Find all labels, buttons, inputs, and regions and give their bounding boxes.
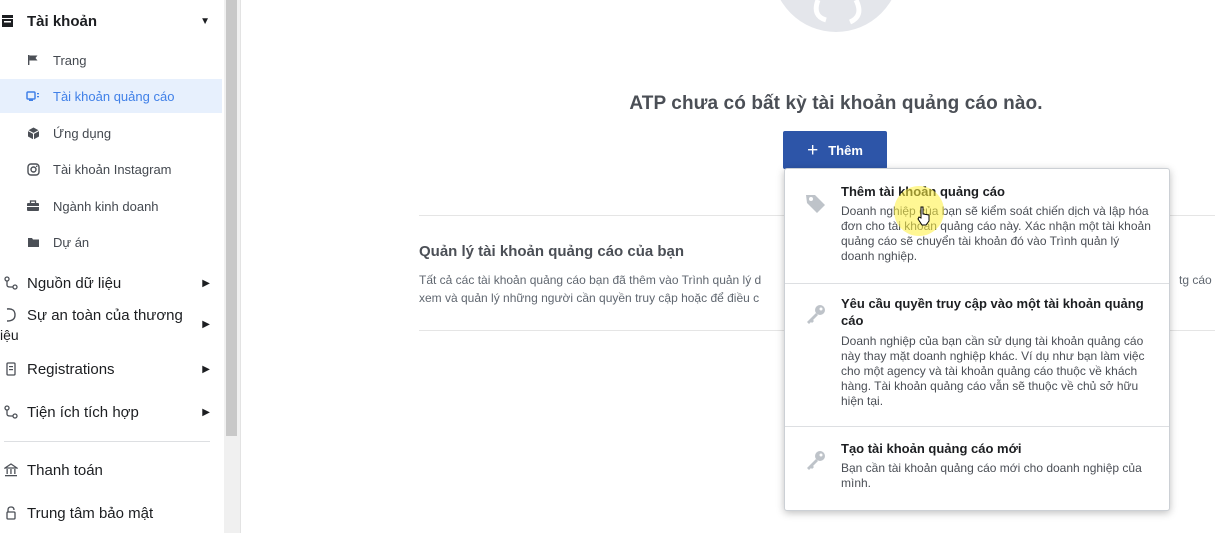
manage-section-title: Quản lý tài khoản quảng cáo của bạn: [419, 243, 685, 260]
sidebar-section-label-wrap: iệu: [0, 327, 19, 343]
chevron-right-icon: ▶: [202, 363, 210, 375]
sidebar-item-ad-accounts[interactable]: Tài khoản quảng cáo: [0, 79, 222, 113]
menu-item-title: Yêu cầu quyền truy cập vào một tài khoản…: [841, 296, 1144, 328]
store-icon: [0, 14, 14, 28]
sidebar-item-instagram[interactable]: Tài khoản Instagram: [0, 152, 222, 186]
sidebar-item-label: Ứng dụng: [53, 125, 112, 141]
sidebar-section-label: Tài khoản: [27, 12, 98, 30]
menu-item-description: Bạn cần tài khoản quảng cáo mới cho doan…: [841, 461, 1142, 490]
sidebar-section-label: Registrations: [27, 360, 115, 378]
data-sources-icon: [0, 276, 22, 290]
sidebar-divider: [4, 441, 210, 442]
manage-section-description: xem và quản lý những người cần quyền tru…: [419, 291, 760, 305]
sidebar-scrollbar[interactable]: [224, 0, 241, 533]
menu-item-description: Doanh nghiệp của bạn sẽ kiểm soát chiến …: [841, 204, 1151, 263]
flag-icon: [25, 54, 41, 66]
sidebar: Tài khoản ▼ Trang Tài khoản quảng cáo Ứn…: [0, 0, 224, 533]
sidebar-item-pages[interactable]: Trang: [0, 43, 222, 77]
add-dropdown-menu: Thêm tài khoản quảng cáo Doanh nghiệp củ…: [784, 168, 1170, 511]
sidebar-section-brand-safety[interactable]: Sự an toàn của thương iệu ▶: [0, 305, 224, 345]
registrations-icon: [0, 362, 22, 376]
empty-state-title: ATP chưa có bất kỳ tài khoản quảng cáo n…: [629, 93, 1043, 114]
scrollbar-thumb[interactable]: [226, 0, 237, 436]
sidebar-item-label: Tài khoản quảng cáo: [53, 88, 175, 104]
folder-icon: [25, 236, 41, 248]
chevron-down-icon: ▼: [200, 15, 210, 27]
sidebar-section-label: Sự an toàn của thương: [27, 307, 183, 324]
sidebar-item-security-center[interactable]: Trung tâm bảo mật: [0, 502, 224, 524]
sidebar-item-payments[interactable]: Thanh toán: [0, 459, 224, 481]
sidebar-item-apps[interactable]: Ứng dụng: [0, 116, 222, 150]
sidebar-item-label: Trang: [53, 52, 87, 68]
sidebar-section-label: Tiện ích tích hợp: [27, 403, 139, 421]
add-button[interactable]: + Thêm: [783, 131, 887, 169]
ad-account-icon: [25, 90, 41, 102]
key-icon: [804, 448, 828, 472]
hand-cursor-icon: [917, 206, 930, 226]
chevron-right-icon: ▶: [202, 319, 210, 330]
chevron-right-icon: ▶: [202, 406, 210, 418]
chevron-right-icon: ▶: [202, 277, 210, 289]
menu-item-add-ad-account[interactable]: Thêm tài khoản quảng cáo Doanh nghiệp củ…: [785, 169, 1169, 283]
menu-item-title: Thêm tài khoản quảng cáo: [841, 184, 1005, 199]
menu-item-description: Doanh nghiệp của bạn cần sử dụng tài kho…: [841, 334, 1145, 408]
plus-icon: +: [807, 139, 819, 161]
empty-state-illustration: [772, 0, 900, 32]
sidebar-section-data-sources[interactable]: Nguồn dữ liệu ▶: [0, 272, 224, 294]
lock-icon: [0, 506, 22, 520]
tag-icon: [804, 191, 828, 215]
bank-icon: [0, 463, 22, 477]
integrations-icon: [0, 405, 22, 419]
sidebar-item-label: Tài khoản Instagram: [53, 161, 172, 177]
sidebar-item-business-line[interactable]: Ngành kinh doanh: [0, 189, 222, 223]
key-icon: [804, 302, 828, 326]
sidebar-section-label: Nguồn dữ liệu: [27, 274, 122, 292]
sidebar-item-label: Trung tâm bảo mật: [27, 504, 154, 522]
cube-icon: [25, 127, 41, 140]
brand-safety-icon: [0, 308, 22, 322]
sidebar-item-label: Thanh toán: [27, 461, 103, 479]
menu-item-request-access[interactable]: Yêu cầu quyền truy cập vào một tài khoản…: [785, 284, 1169, 426]
manage-section-description-overflow: tg cáo r: [1179, 273, 1215, 287]
instagram-icon: [25, 162, 41, 176]
sidebar-item-label: Dự án: [53, 234, 90, 250]
menu-item-create-ad-account[interactable]: Tạo tài khoản quảng cáo mới Bạn cần tài …: [785, 427, 1169, 509]
sidebar-section-accounts[interactable]: Tài khoản ▼: [0, 9, 224, 33]
sidebar-section-registrations[interactable]: Registrations ▶: [0, 358, 224, 380]
add-button-label: Thêm: [828, 142, 863, 158]
sidebar-section-integrations[interactable]: Tiện ích tích hợp ▶: [0, 401, 224, 423]
briefcase-icon: [25, 200, 41, 212]
manage-section-description: Tất cả các tài khoản quảng cáo bạn đã th…: [419, 273, 762, 287]
sidebar-item-label: Ngành kinh doanh: [53, 198, 159, 214]
sidebar-item-projects[interactable]: Dự án: [0, 225, 222, 259]
menu-item-title: Tạo tài khoản quảng cáo mới: [841, 441, 1022, 456]
